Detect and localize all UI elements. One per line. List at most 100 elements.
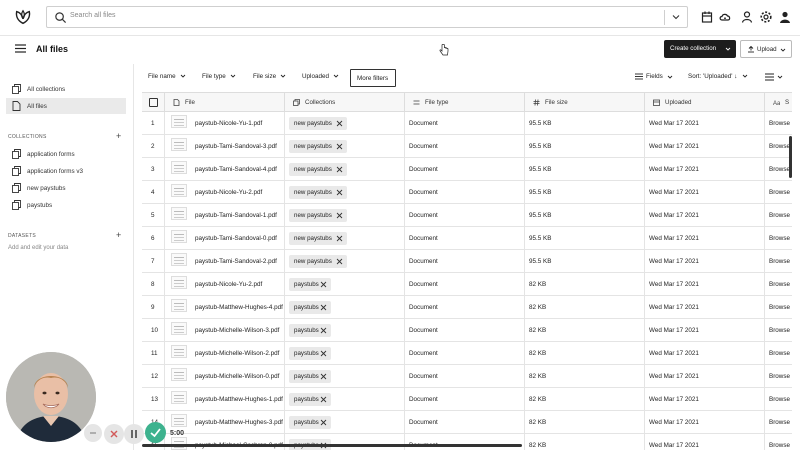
sidebar-collection-item[interactable]: new paystubs	[6, 180, 126, 196]
file-name[interactable]: paystub-Nicole-Yu-1.pdf	[195, 120, 262, 127]
sidebar-item-all-collections[interactable]: All collections	[6, 81, 126, 97]
file-name[interactable]: paystub-Tami-Sandoval-1.pdf	[195, 212, 277, 219]
remove-tag-icon[interactable]	[320, 304, 327, 311]
table-row[interactable]: 6 paystub-Tami-Sandoval-0.pdf new paystubs…	[142, 227, 792, 250]
remove-tag-icon[interactable]	[320, 350, 327, 357]
column-header-file-size[interactable]: File size	[525, 93, 645, 112]
table-row[interactable]: 2 paystub-Tami-Sandoval-3.pdf new paystubs…	[142, 135, 792, 158]
add-dataset-icon[interactable]: +	[116, 231, 121, 240]
sidebar-item-all-files[interactable]: All files	[6, 98, 126, 114]
column-header-source[interactable]: Aa S	[765, 93, 792, 112]
remove-tag-icon[interactable]	[336, 258, 343, 265]
file-name[interactable]: paystub-Michelle-Wilson-0.pdf	[195, 373, 279, 380]
user-icon[interactable]	[740, 10, 754, 24]
fields-button[interactable]: Fields	[635, 73, 673, 80]
filter-file-type[interactable]: File type	[202, 73, 236, 80]
column-header-file-type[interactable]: File type	[405, 93, 525, 112]
table-row[interactable]: 14paystub-Matthew-Hughes-3.pdfpaystubsDo…	[142, 411, 792, 434]
collection-tag[interactable]: paystubs	[289, 347, 331, 360]
table-row[interactable]: 9 paystub-Matthew-Hughes-4.pdf paystubs Doc…	[142, 296, 792, 319]
collection-tag[interactable]: paystubs	[289, 416, 331, 429]
remove-tag-icon[interactable]	[320, 396, 327, 403]
file-name[interactable]: paystub-Tami-Sandoval-0.pdf	[195, 235, 277, 242]
upload-button[interactable]: Upload	[740, 40, 792, 58]
file-name[interactable]: paystub-Tami-Sandoval-3.pdf	[195, 143, 277, 150]
minimize-button[interactable]	[84, 424, 102, 442]
file-type-cell: Document	[405, 273, 525, 296]
collection-tag[interactable]: new paystubs	[289, 232, 347, 245]
collection-tag[interactable]: paystubs	[289, 301, 331, 314]
file-name[interactable]: paystub-Matthew-Hughes-3.pdf	[195, 419, 283, 426]
table-row[interactable]: 11 paystub-Michelle-Wilson-2.pdf paystubs D…	[142, 342, 792, 365]
remove-tag-icon[interactable]	[336, 212, 343, 219]
view-options-icon[interactable]	[765, 73, 785, 81]
vertical-scrollbar[interactable]	[789, 136, 792, 178]
chevron-down-icon[interactable]	[671, 12, 681, 22]
column-header-uploaded[interactable]: Uploaded	[645, 93, 765, 112]
sidebar-collection-item[interactable]: paystubs	[6, 197, 126, 213]
table-row[interactable]: 5 paystub-Tami-Sandoval-1.pdf new paystubs…	[142, 204, 792, 227]
logo-icon[interactable]	[14, 8, 32, 26]
collection-tag[interactable]: new paystubs	[289, 117, 347, 130]
remove-tag-icon[interactable]	[336, 189, 343, 196]
remove-tag-icon[interactable]	[320, 419, 327, 426]
table-row[interactable]: 13 paystub-Matthew-Hughes-1.pdf paystubs Do…	[142, 388, 792, 411]
collection-tag[interactable]: new paystubs	[289, 140, 347, 153]
remove-tag-icon[interactable]	[320, 373, 327, 380]
filter-file-name[interactable]: File name	[148, 73, 186, 80]
collection-tag[interactable]: paystubs	[289, 324, 331, 337]
filter-file-size[interactable]: File size	[253, 73, 286, 80]
collection-tag[interactable]: paystubs	[289, 393, 331, 406]
sidebar-collection-item[interactable]: application forms v3	[6, 163, 126, 179]
remove-tag-icon[interactable]	[320, 327, 327, 334]
table-row[interactable]: 7 paystub-Tami-Sandoval-2.pdf new paystubs…	[142, 250, 792, 273]
remove-tag-icon[interactable]	[336, 120, 343, 127]
more-filters-button[interactable]: More filters	[350, 69, 396, 87]
file-size-cell-text: 82 KB	[529, 396, 547, 403]
table-row[interactable]: 15paystub-Michael-Cochran-0.pdfpaystubsD…	[142, 434, 792, 450]
file-name[interactable]: paystub-Matthew-Hughes-1.pdf	[195, 396, 283, 403]
account-icon[interactable]	[778, 10, 792, 24]
cancel-recording-button[interactable]	[104, 424, 124, 444]
calendar-icon[interactable]	[700, 10, 714, 24]
table-row[interactable]: 10 paystub-Michelle-Wilson-3.pdf paystubs D…	[142, 319, 792, 342]
search-bar[interactable]: Search all files	[46, 6, 688, 28]
collection-tag[interactable]: new paystubs	[289, 209, 347, 222]
collection-tag[interactable]: new paystubs	[289, 255, 347, 268]
remove-tag-icon[interactable]	[336, 235, 343, 242]
remove-tag-icon[interactable]	[336, 143, 343, 150]
table-row[interactable]: 12 paystub-Michelle-Wilson-0.pdf paystubs D…	[142, 365, 792, 388]
file-name[interactable]: paystub-Michelle-Wilson-2.pdf	[195, 350, 279, 357]
file-name[interactable]: paystub-Nicole-Yu-2.pdf	[195, 189, 262, 196]
file-name[interactable]: paystub-Nicole-Yu-2.pdf	[195, 281, 262, 288]
table-row[interactable]: 1 paystub-Nicole-Yu-1.pdf new paystubs Docu…	[142, 112, 792, 135]
file-name[interactable]: paystub-Matthew-Hughes-4.pdf	[195, 304, 283, 311]
finish-recording-button[interactable]	[145, 422, 166, 443]
sort-button[interactable]: Sort: 'Uploaded' ↓	[688, 73, 748, 80]
create-collection-button[interactable]: Create collection	[664, 40, 736, 58]
horizontal-scrollbar[interactable]	[142, 444, 522, 447]
column-header-file[interactable]: File	[165, 93, 285, 112]
collection-tag[interactable]: paystubs	[289, 370, 331, 383]
file-name[interactable]: paystub-Michelle-Wilson-3.pdf	[195, 327, 279, 334]
collection-tag[interactable]: paystubs	[289, 278, 331, 291]
select-all-checkbox[interactable]	[149, 98, 158, 107]
remove-tag-icon[interactable]	[320, 281, 327, 288]
file-name[interactable]: paystub-Tami-Sandoval-2.pdf	[195, 258, 277, 265]
table-row[interactable]: 8 paystub-Nicole-Yu-2.pdf paystubs Document…	[142, 273, 792, 296]
cloud-icon[interactable]	[718, 10, 732, 24]
gear-icon[interactable]	[759, 10, 773, 24]
table-row[interactable]: 3 paystub-Tami-Sandoval-4.pdf new paystubs…	[142, 158, 792, 181]
column-header-collections[interactable]: Collections	[285, 93, 405, 112]
sidebar-collection-item[interactable]: application forms	[6, 146, 126, 162]
pause-button[interactable]	[124, 424, 144, 444]
search-input[interactable]: Search all files	[70, 12, 116, 19]
table-row[interactable]: 4 paystub-Nicole-Yu-2.pdf new paystubs Docu…	[142, 181, 792, 204]
filter-uploaded[interactable]: Uploaded	[302, 73, 339, 80]
add-collection-icon[interactable]: +	[116, 132, 121, 141]
file-name[interactable]: paystub-Tami-Sandoval-4.pdf	[195, 166, 277, 173]
menu-icon[interactable]	[15, 44, 26, 53]
collection-tag[interactable]: new paystubs	[289, 186, 347, 199]
remove-tag-icon[interactable]	[336, 166, 343, 173]
collection-tag[interactable]: new paystubs	[289, 163, 347, 176]
